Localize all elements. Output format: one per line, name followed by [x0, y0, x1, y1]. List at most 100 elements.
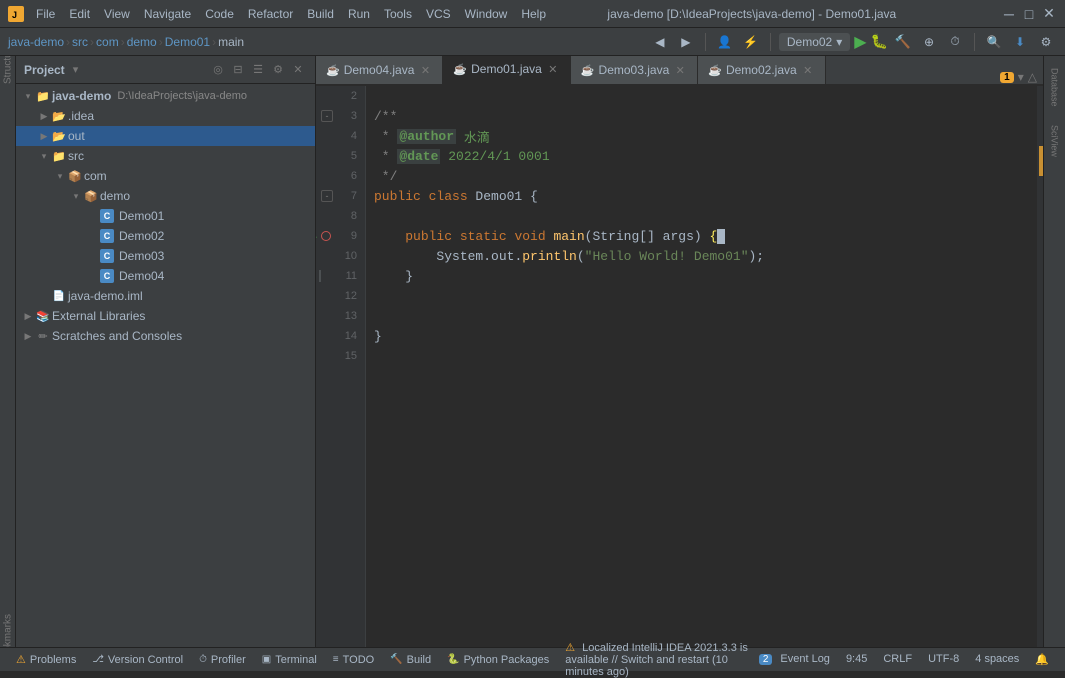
panel-close-button[interactable]: ✕ — [289, 61, 307, 79]
menu-refactor[interactable]: Refactor — [242, 5, 299, 23]
menu-code[interactable]: Code — [199, 5, 240, 23]
minimize-button[interactable]: ─ — [1001, 6, 1017, 22]
editor-area: ☕ Demo04.java ✕ ☕ Demo01.java ✕ ☕ Demo03… — [316, 56, 1043, 647]
tab-icon-demo02: ☕ — [708, 64, 722, 77]
run-button[interactable]: ▶ — [854, 32, 866, 52]
run-config-selector[interactable]: Demo02 ▾ — [779, 33, 850, 51]
notification-bell[interactable]: 🔔 — [1027, 653, 1057, 666]
breadcrumb-project[interactable]: java-demo — [8, 35, 64, 49]
scroll-thumb — [1039, 146, 1043, 176]
status-profiler[interactable]: ⏱ Profiler — [191, 648, 254, 671]
menu-file[interactable]: File — [30, 5, 61, 23]
tree-label-path: D:\IdeaProjects\java-demo — [117, 90, 247, 102]
menu-view[interactable]: View — [98, 5, 136, 23]
nav-forward-button[interactable]: ▶ — [675, 31, 697, 53]
database-panel-toggle[interactable]: Database — [1045, 60, 1065, 115]
breadcrumb-src[interactable]: src — [72, 35, 88, 49]
sciview-panel-toggle[interactable]: SciView — [1045, 117, 1065, 165]
tree-item-iml[interactable]: 📄 java-demo.iml — [16, 286, 315, 306]
update-button[interactable]: ⬇ — [1009, 31, 1031, 53]
tab-close-demo01[interactable]: ✕ — [546, 62, 560, 76]
tab-demo04[interactable]: ☕ Demo04.java ✕ — [316, 56, 443, 84]
user-icon[interactable]: 👤 — [714, 31, 736, 53]
open-brace: { — [710, 229, 718, 244]
build-button[interactable]: 🔨 — [892, 31, 914, 53]
debug-button[interactable]: 🐛 — [871, 33, 888, 50]
menu-help[interactable]: Help — [515, 5, 552, 23]
settings-button[interactable]: ⚙ — [1035, 31, 1057, 53]
right-panel-icons: Database SciView — [1043, 56, 1065, 647]
search-button[interactable]: 🔍 — [983, 31, 1005, 53]
status-python-packages[interactable]: 🐍 Python Packages — [439, 648, 557, 671]
breadcrumb-demo[interactable]: demo — [127, 35, 157, 49]
tree-item-demo02[interactable]: C Demo02 — [16, 226, 315, 246]
run-arrow-9[interactable]: ▶ — [316, 230, 317, 243]
tree-item-src[interactable]: ▾ 📁 src — [16, 146, 315, 166]
maximize-button[interactable]: □ — [1021, 6, 1037, 22]
indent-selector[interactable]: 4 spaces — [967, 653, 1027, 665]
menu-tools[interactable]: Tools — [378, 5, 418, 23]
tree-arrow-ext: ▶ — [22, 310, 34, 322]
tree-item-demo01[interactable]: C Demo01 — [16, 206, 315, 226]
event-log-button[interactable]: 2 Event Log — [751, 653, 838, 665]
app-icon: J — [8, 6, 24, 22]
fold-btn-7[interactable]: - — [321, 190, 333, 202]
menu-vcs[interactable]: VCS — [420, 5, 457, 23]
status-terminal[interactable]: ▣ Terminal — [254, 648, 325, 671]
coverage-button[interactable]: ⊕ — [918, 31, 940, 53]
bookmarks-panel-toggle[interactable]: Bookmarks — [1, 631, 15, 647]
status-problems[interactable]: ⚠ Problems — [8, 648, 84, 671]
tree-item-external-libs[interactable]: ▶ 📚 External Libraries — [16, 306, 315, 326]
tab-demo01[interactable]: ☕ Demo01.java ✕ — [443, 56, 570, 84]
tab-close-demo02[interactable]: ✕ — [801, 63, 815, 77]
menu-window[interactable]: Window — [459, 5, 514, 23]
tab-close-demo04[interactable]: ✕ — [418, 63, 432, 77]
tree-item-out[interactable]: ▶ 📂 out — [16, 126, 315, 146]
tree-item-demo03[interactable]: C Demo03 — [16, 246, 315, 266]
menu-bar[interactable]: File Edit View Navigate Code Refactor Bu… — [30, 5, 552, 23]
close-button[interactable]: ✕ — [1041, 6, 1057, 22]
warning-badge: 1 — [1000, 72, 1014, 83]
menu-navigate[interactable]: Navigate — [138, 5, 197, 23]
breadcrumb[interactable]: java-demo › src › com › demo › Demo01 › … — [8, 35, 244, 49]
tree-item-demo[interactable]: ▾ 📦 demo — [16, 186, 315, 206]
menu-run[interactable]: Run — [342, 5, 376, 23]
profiler-button[interactable]: ⏱ — [944, 31, 966, 53]
tree-item-idea[interactable]: ▶ 📂 .idea — [16, 106, 315, 126]
tree-item-scratches[interactable]: ▶ ✏ Scratches and Consoles — [16, 326, 315, 346]
status-version-control[interactable]: ⎇ Version Control — [84, 648, 191, 671]
tab-label-demo01: Demo01.java — [471, 62, 542, 76]
tree-item-java-demo[interactable]: ▾ 📁 java-demo D:\IdeaProjects\java-demo — [16, 86, 315, 106]
breadcrumb-class[interactable]: Demo01 — [165, 35, 210, 49]
status-todo[interactable]: ≡ TODO — [325, 648, 382, 671]
tree-label-com: com — [84, 169, 107, 183]
tree-item-com[interactable]: ▾ 📦 com — [16, 166, 315, 186]
menu-edit[interactable]: Edit — [63, 5, 96, 23]
tab-close-demo03[interactable]: ✕ — [673, 63, 687, 77]
vcs-icon[interactable]: ⚡ — [740, 31, 762, 53]
status-build[interactable]: 🔨 Build — [382, 648, 439, 671]
gutter-line-9: ▶ 9 — [316, 226, 357, 246]
tab-demo02[interactable]: ☕ Demo02.java ✕ — [698, 56, 825, 84]
line-ending-selector[interactable]: CRLF — [875, 653, 920, 665]
menu-build[interactable]: Build — [301, 5, 340, 23]
panel-gear-button[interactable]: ⚙ — [269, 61, 287, 79]
structure-panel-toggle[interactable]: Structure — [1, 56, 15, 72]
project-panel-dropdown[interactable]: ▾ — [73, 63, 79, 76]
breadcrumb-com[interactable]: com — [96, 35, 119, 49]
code-area[interactable]: /** * @author 水滴 * @date 2022/4/1 0001 *… — [366, 86, 1037, 647]
gutter-line-2: 2 — [337, 86, 357, 106]
panel-menu-button[interactable]: ☰ — [249, 61, 267, 79]
tree-arrow-scratches: ▶ — [22, 330, 34, 342]
fold-btn-3[interactable]: - — [321, 110, 333, 122]
tree-item-demo04[interactable]: C Demo04 — [16, 266, 315, 286]
chevron-up-icon: △ — [1028, 70, 1037, 84]
nav-back-button[interactable]: ◀ — [649, 31, 671, 53]
tab-demo03[interactable]: ☕ Demo03.java ✕ — [571, 56, 698, 84]
bookmark-9 — [321, 231, 331, 241]
window-controls[interactable]: ─ □ ✕ — [1001, 6, 1057, 22]
collapse-all-button[interactable]: ⊟ — [229, 61, 247, 79]
locate-in-tree-button[interactable]: ◎ — [209, 61, 227, 79]
tree-label-demo: demo — [100, 189, 130, 203]
encoding-selector[interactable]: UTF-8 — [920, 653, 967, 665]
